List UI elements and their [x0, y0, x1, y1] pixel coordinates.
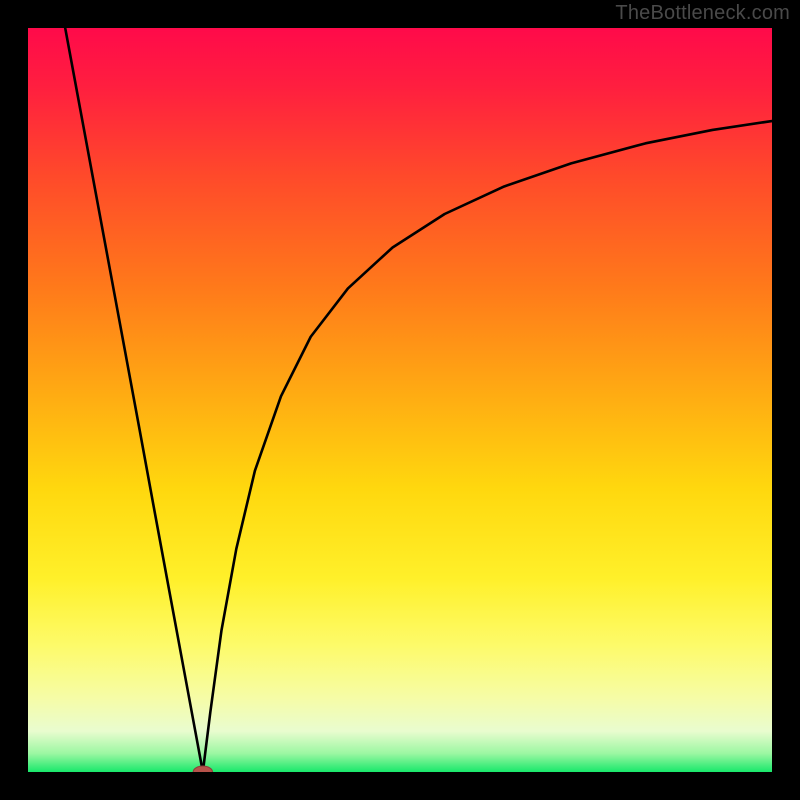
watermark-text: TheBottleneck.com: [615, 2, 790, 25]
chart-svg: [28, 28, 772, 772]
chart-frame: TheBottleneck.com: [0, 0, 800, 800]
plot-area: [28, 28, 772, 772]
